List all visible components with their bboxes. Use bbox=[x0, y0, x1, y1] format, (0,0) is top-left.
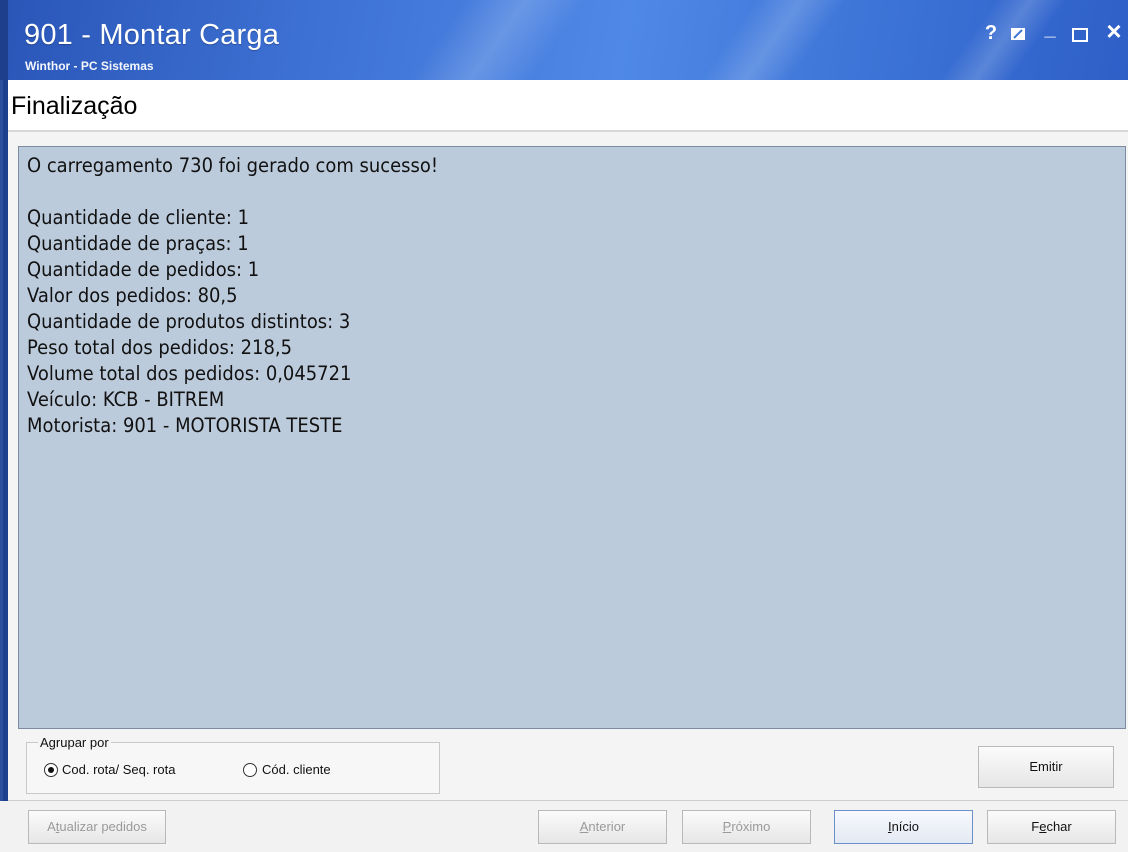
page-title: Finalização bbox=[11, 92, 138, 120]
atualizar-pedidos-button[interactable]: Atualizar pedidos bbox=[28, 810, 166, 844]
button-label: ualizar pedidos bbox=[59, 819, 147, 834]
window-border bbox=[0, 80, 3, 852]
fechar-button[interactable]: Fechar bbox=[987, 810, 1116, 844]
radio-cod-cliente[interactable] bbox=[243, 763, 257, 777]
close-icon[interactable]: × bbox=[1103, 18, 1125, 44]
title-bar-sheen bbox=[939, 0, 1067, 80]
result-line: Valor dos pedidos: 80,5 bbox=[27, 284, 238, 307]
result-line: Quantidade de produtos distintos: 3 bbox=[27, 310, 351, 333]
group-by-legend: Agrupar por bbox=[38, 735, 111, 750]
page-header bbox=[8, 80, 1128, 132]
title-bar-sheen bbox=[409, 0, 587, 80]
inicio-button[interactable]: Início bbox=[834, 810, 973, 844]
result-line: Peso total dos pedidos: 218,5 bbox=[27, 336, 293, 359]
result-line: Veículo: KCB - BITREM bbox=[27, 388, 225, 411]
restore-icon[interactable] bbox=[1011, 28, 1025, 40]
minimize-icon[interactable]: _ bbox=[1039, 18, 1061, 40]
button-label: nterior bbox=[588, 819, 626, 834]
result-line: Quantidade de cliente: 1 bbox=[27, 206, 249, 229]
help-icon[interactable]: ? bbox=[980, 22, 1002, 44]
proximo-button[interactable]: Próximo bbox=[682, 810, 811, 844]
result-line: Quantidade de pedidos: 1 bbox=[27, 258, 260, 281]
result-line: Quantidade de praças: 1 bbox=[27, 232, 249, 255]
window-subtitle: Winthor - PC Sistemas bbox=[25, 59, 154, 73]
result-line: Motorista: 901 - MOTORISTA TESTE bbox=[27, 414, 343, 437]
radio-selected-dot bbox=[48, 767, 54, 773]
window-title: 901 - Montar Carga bbox=[24, 19, 280, 51]
button-label: A bbox=[47, 819, 56, 834]
result-message-panel[interactable]: O carregamento 730 foi gerado com sucess… bbox=[18, 146, 1126, 729]
result-line: Volume total dos pedidos: 0,045721 bbox=[27, 362, 352, 385]
emitir-button[interactable]: Emitir bbox=[978, 746, 1114, 788]
button-label: F bbox=[1031, 819, 1040, 834]
radio-cod-rota[interactable] bbox=[44, 763, 58, 777]
result-headline: O carregamento 730 foi gerado com sucess… bbox=[27, 154, 439, 177]
button-label: char bbox=[1046, 819, 1072, 834]
title-bar[interactable]: 901 - Montar Carga Winthor - PC Sistemas… bbox=[8, 0, 1128, 80]
maximize-icon[interactable] bbox=[1072, 28, 1088, 42]
radio-label-cod-cliente[interactable]: Cód. cliente bbox=[262, 762, 331, 777]
button-label: nício bbox=[891, 819, 920, 834]
button-label: róximo bbox=[731, 819, 771, 834]
radio-label-cod-rota[interactable]: Cod. rota/ Seq. rota bbox=[62, 762, 175, 777]
anterior-button[interactable]: Anterior bbox=[538, 810, 667, 844]
title-bar-sheen bbox=[699, 0, 847, 80]
